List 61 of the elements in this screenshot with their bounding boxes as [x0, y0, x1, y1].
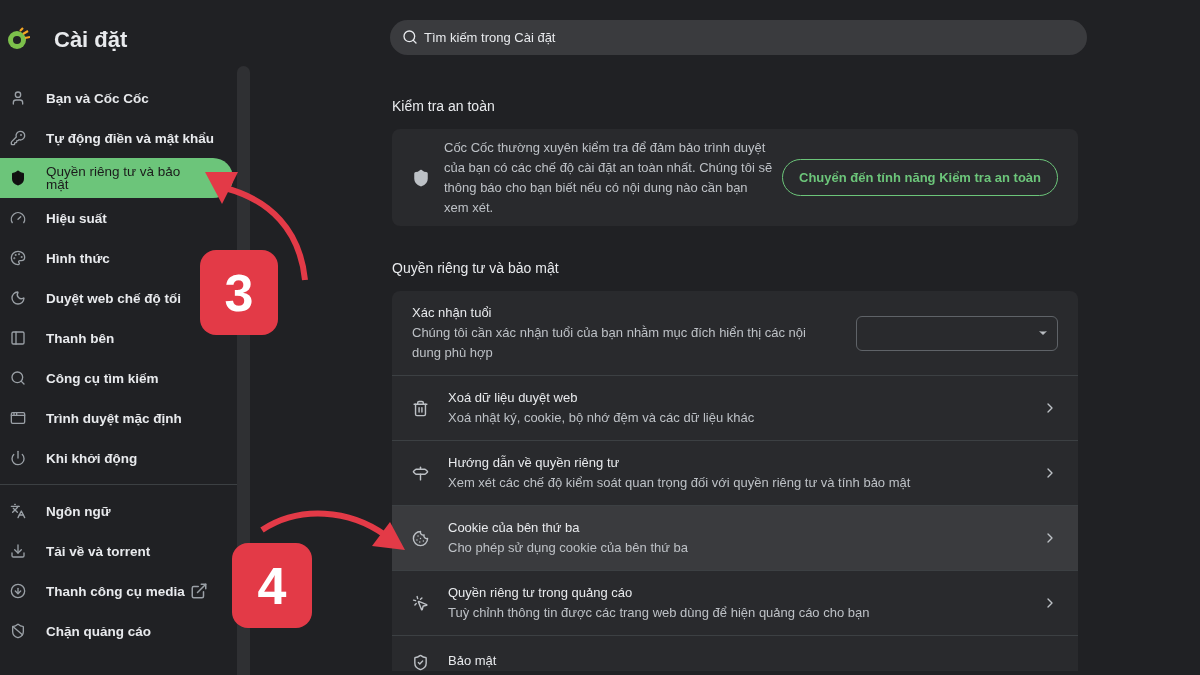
sidebar-item[interactable]: Thanh công cụ media [0, 571, 216, 611]
sidebar-item[interactable]: Hình thức [0, 238, 118, 278]
logo-icon [6, 27, 30, 51]
gauge-icon [10, 210, 26, 226]
shield-icon [10, 623, 26, 639]
key-icon [10, 130, 26, 146]
shield-icon [10, 170, 26, 186]
moon-icon [10, 290, 26, 306]
shield-icon [412, 654, 429, 671]
search-icon [10, 370, 26, 386]
step-badge: 4 [232, 543, 312, 628]
window-icon [10, 410, 26, 426]
palette-icon [10, 250, 26, 266]
sidebar-item[interactable]: Công cụ tìm kiếm [0, 358, 167, 398]
section-heading: Kiểm tra an toàn [392, 97, 496, 116]
external-link-icon[interactable] [190, 582, 208, 600]
sidebar-item[interactable]: Tự động điền và mật khẩu [0, 118, 223, 158]
row-subtitle: Tuỳ chỉnh thông tin được các trang web dùng để hiện quảng cáo cho bạn [448, 604, 871, 622]
sidebar-item[interactable]: Hiệu suất [0, 198, 115, 238]
translate-icon [10, 503, 26, 519]
search-icon [402, 29, 418, 45]
power-icon [10, 450, 26, 466]
sidebar-item[interactable]: Duyệt web chế độ tối [0, 278, 189, 318]
sidebar-panel-icon [10, 330, 26, 346]
sidebar-item[interactable]: Trình duyệt mặc định [0, 398, 190, 438]
app-title: Cài đặt [54, 25, 128, 54]
download-icon [10, 543, 26, 559]
step-badge: 3 [200, 250, 278, 335]
settings-row[interactable]: Bảo mật [392, 635, 1078, 671]
sidebar-item[interactable]: Thanh bên [0, 318, 123, 358]
sidebar-item[interactable]: Chặn quảng cáo [0, 611, 159, 651]
sidebar-item[interactable]: Tải về và torrent [0, 531, 159, 571]
row-title: Cookie của bên thứ ba [448, 519, 581, 537]
row-title: Hướng dẫn về quyền riêng tư [448, 454, 621, 472]
dropdown[interactable] [856, 315, 1058, 351]
sidebar-item[interactable]: Khi khởi động [0, 438, 146, 478]
signpost-icon [412, 464, 429, 482]
row-title: Xoá dữ liệu duyệt web [448, 389, 579, 407]
settings-row[interactable]: Cookie của bên thứ ba Cho phép sử dụng cookie của bên thứ ba [392, 505, 1078, 570]
person-icon [10, 90, 26, 106]
row-subtitle: Cho phép sử dụng cookie của bên thứ ba [448, 539, 690, 557]
row-title: Quyền riêng tư trong quảng cáo [448, 584, 634, 602]
row-subtitle: Chúng tôi cần xác nhận tuổi của bạn nhằm mục đích hiển thị các nội dung phù hợp [412, 324, 807, 362]
cookie-icon [412, 529, 429, 547]
sidebar-item[interactable]: Quyền riêng tư và bảo mật [0, 158, 233, 198]
description-text: Cốc Cốc thường xuyên kiểm tra để đảm bảo trình duyệt của bạn có các chế độ cài đặt an toàn nhất. Chúng tôi sẽ thông báo cho bạn biết nếu có nội dung nào cần bạn xem xét. [444, 138, 774, 217]
search-field[interactable]: Tìm kiếm trong Cài đặt [390, 20, 1087, 55]
sidebar-item[interactable]: Bạn và Cốc Cốc [0, 78, 157, 118]
trash-icon [412, 399, 429, 417]
shield-icon [412, 168, 430, 187]
settings-row[interactable]: Xoá dữ liệu duyệt web Xoá nhật ký, cookie, bộ nhớ đệm và các dữ liệu khác [392, 375, 1078, 440]
settings-row[interactable]: Xác nhận tuổi Chúng tôi cần xác nhận tuổi của bạn nhằm mục đích hiển thị các nội dung phù hợp [392, 291, 1078, 375]
settings-row[interactable]: Quyền riêng tư trong quảng cáo Tuỳ chỉnh thông tin được các trang web dùng để hiện quảng cáo cho bạn [392, 570, 1078, 635]
download-circle-icon [10, 583, 26, 599]
row-subtitle: Xem xét các chế độ kiểm soát quan trọng đối với quyền riêng tư và tính bảo mật [448, 474, 912, 492]
section-heading: Quyền riêng tư và bảo mật [392, 259, 560, 278]
row-title: Bảo mật [448, 652, 498, 670]
row-title: Xác nhận tuổi [412, 304, 493, 322]
cursor-click-icon [412, 594, 429, 612]
row-subtitle: Xoá nhật ký, cookie, bộ nhớ đệm và các dữ liệu khác [448, 409, 756, 427]
sidebar-item[interactable]: Ngôn ngữ [0, 491, 119, 531]
